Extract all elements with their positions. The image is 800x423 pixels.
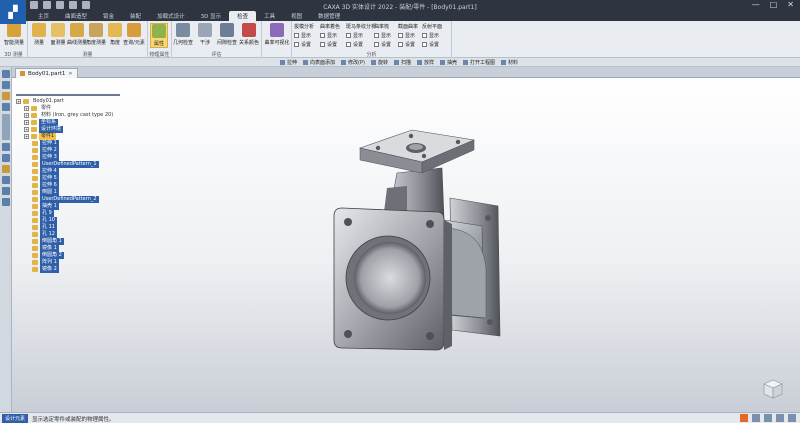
- render-icon[interactable]: [2, 187, 10, 195]
- open-drawing-button[interactable]: 打开工程图: [463, 59, 495, 66]
- status-message: 显示选定零件或装配的物理属性。: [32, 417, 115, 423]
- sweep-button[interactable]: 扫描: [394, 59, 411, 66]
- tools-icon[interactable]: [2, 165, 10, 173]
- logo-icon: [740, 414, 748, 422]
- valve-body-model[interactable]: [12, 78, 800, 412]
- group-physical-properties: 属性 物理属性: [148, 21, 172, 58]
- add-to-surface-button[interactable]: 向表面添加: [303, 59, 335, 66]
- group-measure: 测量 面测量 曲线测量 角度测量 角度 查询/元素 测量: [28, 21, 148, 58]
- group-analysis: 拔模分析 显示 设置 曲率着色 显示 设置 斑马条纹分析 显示 设置 曲率梳 显…: [292, 21, 452, 58]
- tab-assembly[interactable]: 装配: [122, 11, 149, 21]
- tab-view[interactable]: 视图: [283, 11, 310, 21]
- feature-toolbar: 拉伸 向表面添加 修改(P) 旋转 扫描 放样 抽壳 打开工程图 材料: [0, 58, 800, 67]
- design-tree-icon[interactable]: [2, 70, 10, 78]
- app-menu-button[interactable]: ▞: [0, 0, 26, 24]
- curvature-vis-icon: [270, 23, 284, 37]
- render-mode-icon[interactable]: [752, 414, 760, 422]
- zebra-settings-button[interactable]: 设置: [346, 41, 376, 48]
- minimize-button[interactable]: —: [752, 0, 760, 9]
- tab-sheetmetal[interactable]: 钣金: [95, 11, 122, 21]
- history-icon[interactable]: [2, 103, 10, 111]
- tab-tools[interactable]: 工具: [256, 11, 283, 21]
- relation-color-button[interactable]: 关系颜色: [239, 23, 259, 46]
- document-tab-body01[interactable]: Body01.part1 ✕: [15, 68, 78, 78]
- settings-icon[interactable]: [2, 176, 10, 184]
- revolve-button[interactable]: 旋转: [371, 59, 388, 66]
- modify-button[interactable]: 修改(P): [341, 59, 365, 66]
- angle-button[interactable]: 角度: [106, 23, 124, 46]
- top-flange: [358, 129, 476, 174]
- face-measure-button[interactable]: 面测量: [49, 23, 67, 46]
- interference-button[interactable]: 干涉: [196, 23, 214, 46]
- query-icon: [127, 23, 141, 37]
- tab-loaded-design[interactable]: 加载式设计: [149, 11, 193, 21]
- front-flange: [333, 207, 452, 351]
- material-button[interactable]: 材料: [501, 59, 518, 66]
- loft-button[interactable]: 放样: [417, 59, 434, 66]
- group-curvature-vis: 曲率可视化: [262, 21, 292, 58]
- filter-icon[interactable]: [2, 154, 10, 162]
- tab-surface[interactable]: 曲面造型: [57, 11, 95, 21]
- design-elements-panel-button[interactable]: 设计元素: [2, 414, 29, 423]
- smart-measure-button[interactable]: 智能测量: [4, 23, 24, 46]
- relation-color-icon: [242, 23, 256, 37]
- close-tab-icon[interactable]: ✕: [68, 71, 72, 77]
- angle-measure-icon: [89, 23, 103, 37]
- reflection-settings-button[interactable]: 设置: [422, 41, 452, 48]
- document-tabs: Body01.part1 ✕: [12, 67, 800, 78]
- angle-icon: [108, 23, 122, 37]
- grid-icon[interactable]: [764, 414, 772, 422]
- status-tools: [740, 414, 796, 422]
- smart-measure-icon: [7, 23, 21, 37]
- tab-3d-display[interactable]: 3D 显示: [193, 11, 229, 21]
- curvature-visualization-button[interactable]: 曲率可视化: [265, 23, 290, 46]
- clearance-icon: [220, 23, 234, 37]
- tab-data-management[interactable]: 数据管理: [310, 11, 348, 21]
- curve-measure-button[interactable]: 曲线测量: [67, 23, 87, 46]
- reflection-plane: 反射平面 显示 设置: [422, 23, 452, 48]
- view-cube[interactable]: [762, 378, 784, 400]
- window-title: CAXA 3D 实体设计 2022 - 装配/零件 - [Body01.part…: [323, 4, 477, 11]
- ribbon-panel: 智能测量 3D 测量 测量 面测量 曲线测量 角度测量 角度 查询/元素 测量: [0, 21, 800, 58]
- reflection-show-checkbox[interactable]: 显示: [422, 32, 452, 39]
- ribbon-tabs: 主页 曲面造型 钣金 装配 加载式设计 3D 显示 检查 工具 视图 数据管理: [0, 11, 800, 21]
- geometry-check-button[interactable]: 几何检查: [173, 23, 193, 46]
- layers-icon[interactable]: [2, 143, 10, 151]
- ruler-icon: [32, 23, 46, 37]
- face-measure-icon: [51, 23, 65, 37]
- geometry-check-icon: [176, 23, 190, 37]
- properties-button[interactable]: 属性: [150, 23, 168, 48]
- extrude-button[interactable]: 拉伸: [280, 59, 297, 66]
- interference-icon: [198, 23, 212, 37]
- measure-button[interactable]: 测量: [30, 23, 48, 46]
- part-file-icon: [20, 71, 25, 76]
- window-controls: — □ ✕: [752, 0, 794, 9]
- angle-measure-button[interactable]: 角度测量: [86, 23, 106, 46]
- zebra-analysis: 斑马条纹分析 显示 设置: [346, 24, 377, 48]
- snap-icon[interactable]: [776, 414, 784, 422]
- zebra-show-checkbox[interactable]: 显示: [346, 32, 376, 39]
- view-options-icon[interactable]: [788, 414, 796, 422]
- group-3d-measure: 智能测量 3D 测量: [0, 21, 28, 58]
- help-icon[interactable]: [2, 198, 10, 206]
- properties-icon: [152, 24, 166, 38]
- clearance-check-button[interactable]: 间隙检查: [217, 23, 237, 46]
- properties-panel-icon[interactable]: [2, 81, 10, 89]
- left-panel-strip: [0, 67, 12, 412]
- tab-home[interactable]: 主页: [30, 11, 57, 21]
- search-panel-icon[interactable]: [2, 92, 10, 100]
- tab-inspect[interactable]: 检查: [229, 11, 257, 21]
- curve-measure-icon: [70, 23, 84, 37]
- maximize-button[interactable]: □: [770, 0, 778, 9]
- status-bar: 设计元素 显示选定零件或装配的物理属性。: [0, 412, 800, 423]
- 3d-viewport[interactable]: + Body01.part + 零件 + 材料 (Iron, grey cast type…: [12, 78, 800, 412]
- query-element-button[interactable]: 查询/元素: [123, 23, 145, 46]
- vertical-tab-label[interactable]: [2, 114, 10, 140]
- group-evaluate: 几何检查 干涉 间隙检查 关系颜色 评估: [172, 21, 262, 58]
- shell-button[interactable]: 抽壳: [440, 59, 457, 66]
- close-button[interactable]: ✕: [787, 0, 794, 9]
- title-bar: CAXA 3D 实体设计 2022 - 装配/零件 - [Body01.part…: [0, 0, 800, 11]
